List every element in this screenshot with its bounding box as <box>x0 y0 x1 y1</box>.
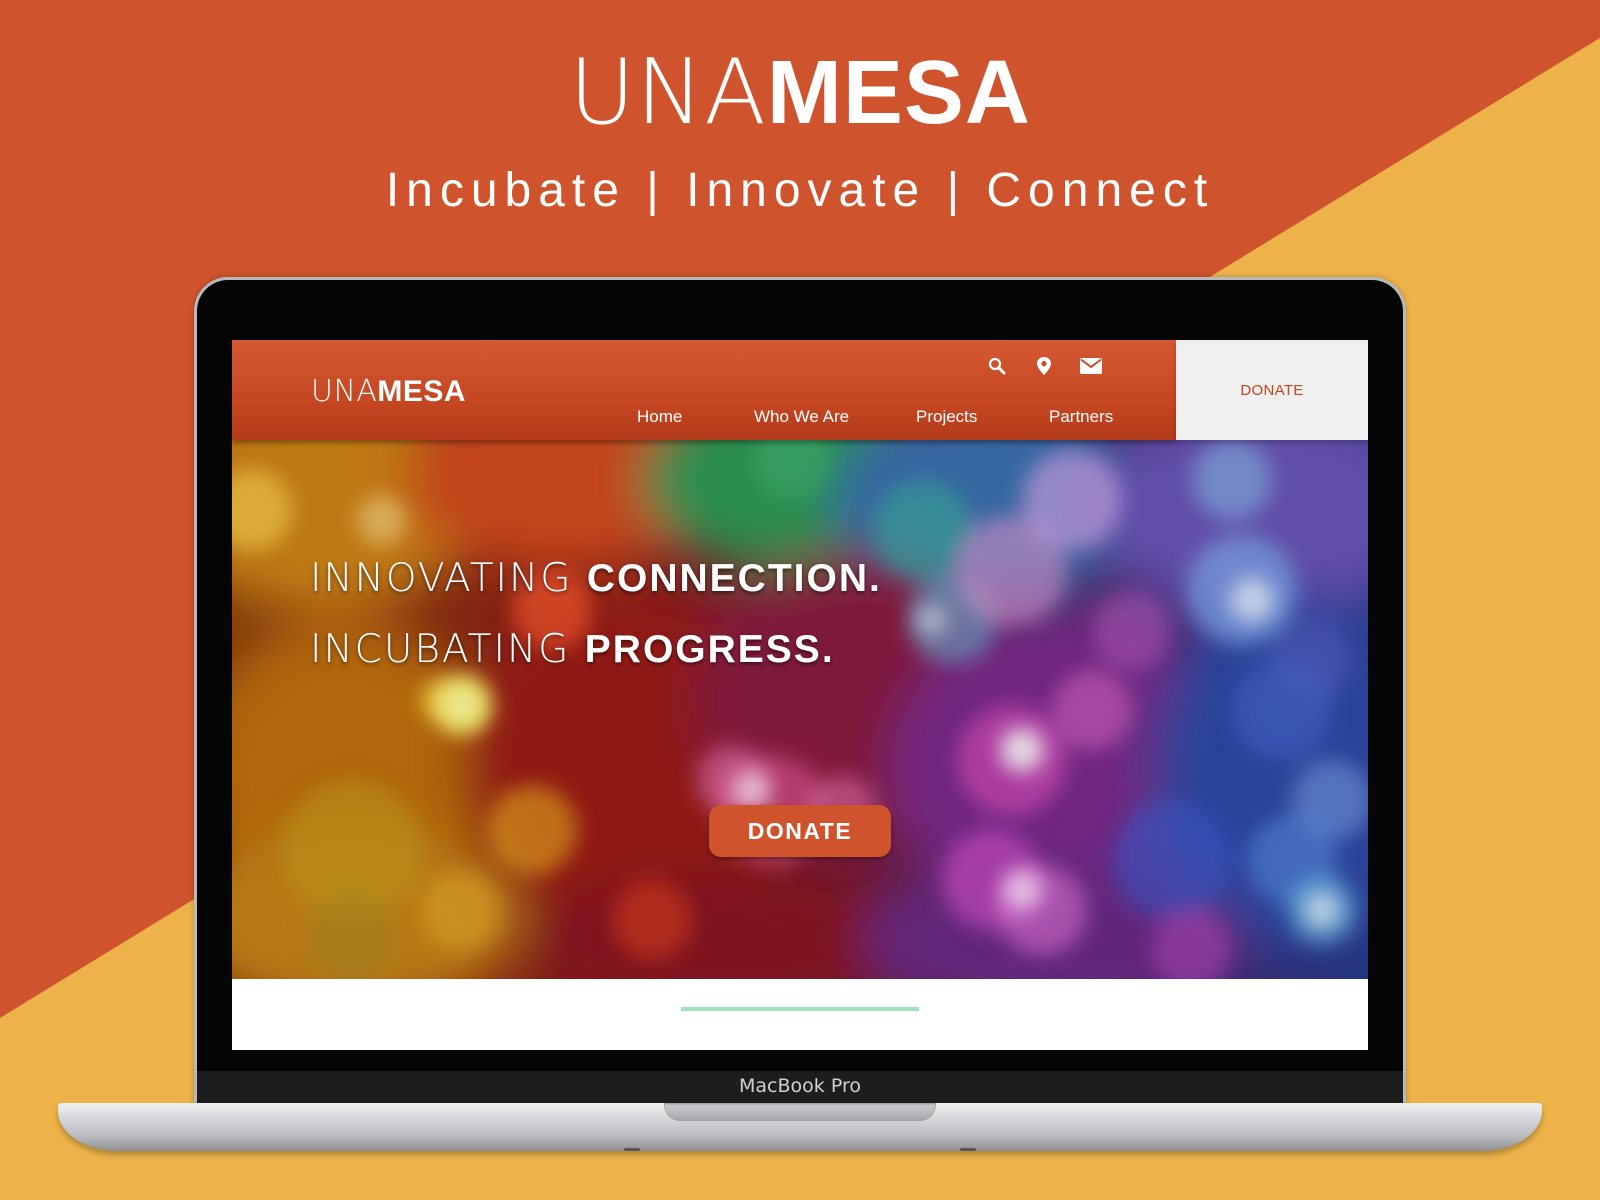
hero-donate-button[interactable]: DONATE <box>709 805 891 857</box>
nav-item-projects[interactable]: Projects <box>916 407 977 427</box>
hero-bokeh-image <box>232 440 1368 979</box>
laptop-notch <box>664 1103 936 1121</box>
header-icons <box>232 354 1176 378</box>
laptop-foot <box>960 1148 976 1151</box>
header-donate-button[interactable]: DONATE <box>1176 340 1368 440</box>
site-nav: Home Who We Are Projects Partners <box>232 407 1176 431</box>
location-pin-icon[interactable] <box>1031 354 1057 378</box>
hero-banner: INNOVATING CONNECTION. INCUBATING PROGRE… <box>232 440 1368 979</box>
mail-icon[interactable] <box>1078 354 1104 378</box>
nav-item-who-we-are[interactable]: Who We Are <box>754 407 849 427</box>
site-logo[interactable]: UNAMESA <box>311 374 466 409</box>
site-logo-light: UNA <box>311 374 378 409</box>
hero-line-2-light: INCUBATING <box>310 627 585 672</box>
accent-divider <box>681 1007 919 1011</box>
site-header: UNAMESA Home Who We Are Projects Partner… <box>232 340 1176 440</box>
nav-item-partners[interactable]: Partners <box>1049 407 1113 427</box>
laptop-mockup: MacBook Pro UNAMESA Home Who We Are Proj… <box>0 0 1600 1200</box>
nav-item-home[interactable]: Home <box>637 407 682 427</box>
content-section <box>232 979 1368 1050</box>
hero-headline-line-2: INCUBATING PROGRESS. <box>310 627 835 672</box>
hero-line-2-bold: PROGRESS. <box>584 628 835 671</box>
hero-line-1-light: INNOVATING <box>310 556 587 601</box>
laptop-foot <box>624 1148 640 1151</box>
search-icon[interactable] <box>984 354 1010 378</box>
laptop-screen: UNAMESA Home Who We Are Projects Partner… <box>232 340 1368 1050</box>
hero-line-1-bold: CONNECTION. <box>586 557 882 600</box>
laptop-model-label: MacBook Pro <box>739 1075 861 1097</box>
site-logo-bold: MESA <box>377 375 467 408</box>
hero-headline-line-1: INNOVATING CONNECTION. <box>310 556 882 601</box>
